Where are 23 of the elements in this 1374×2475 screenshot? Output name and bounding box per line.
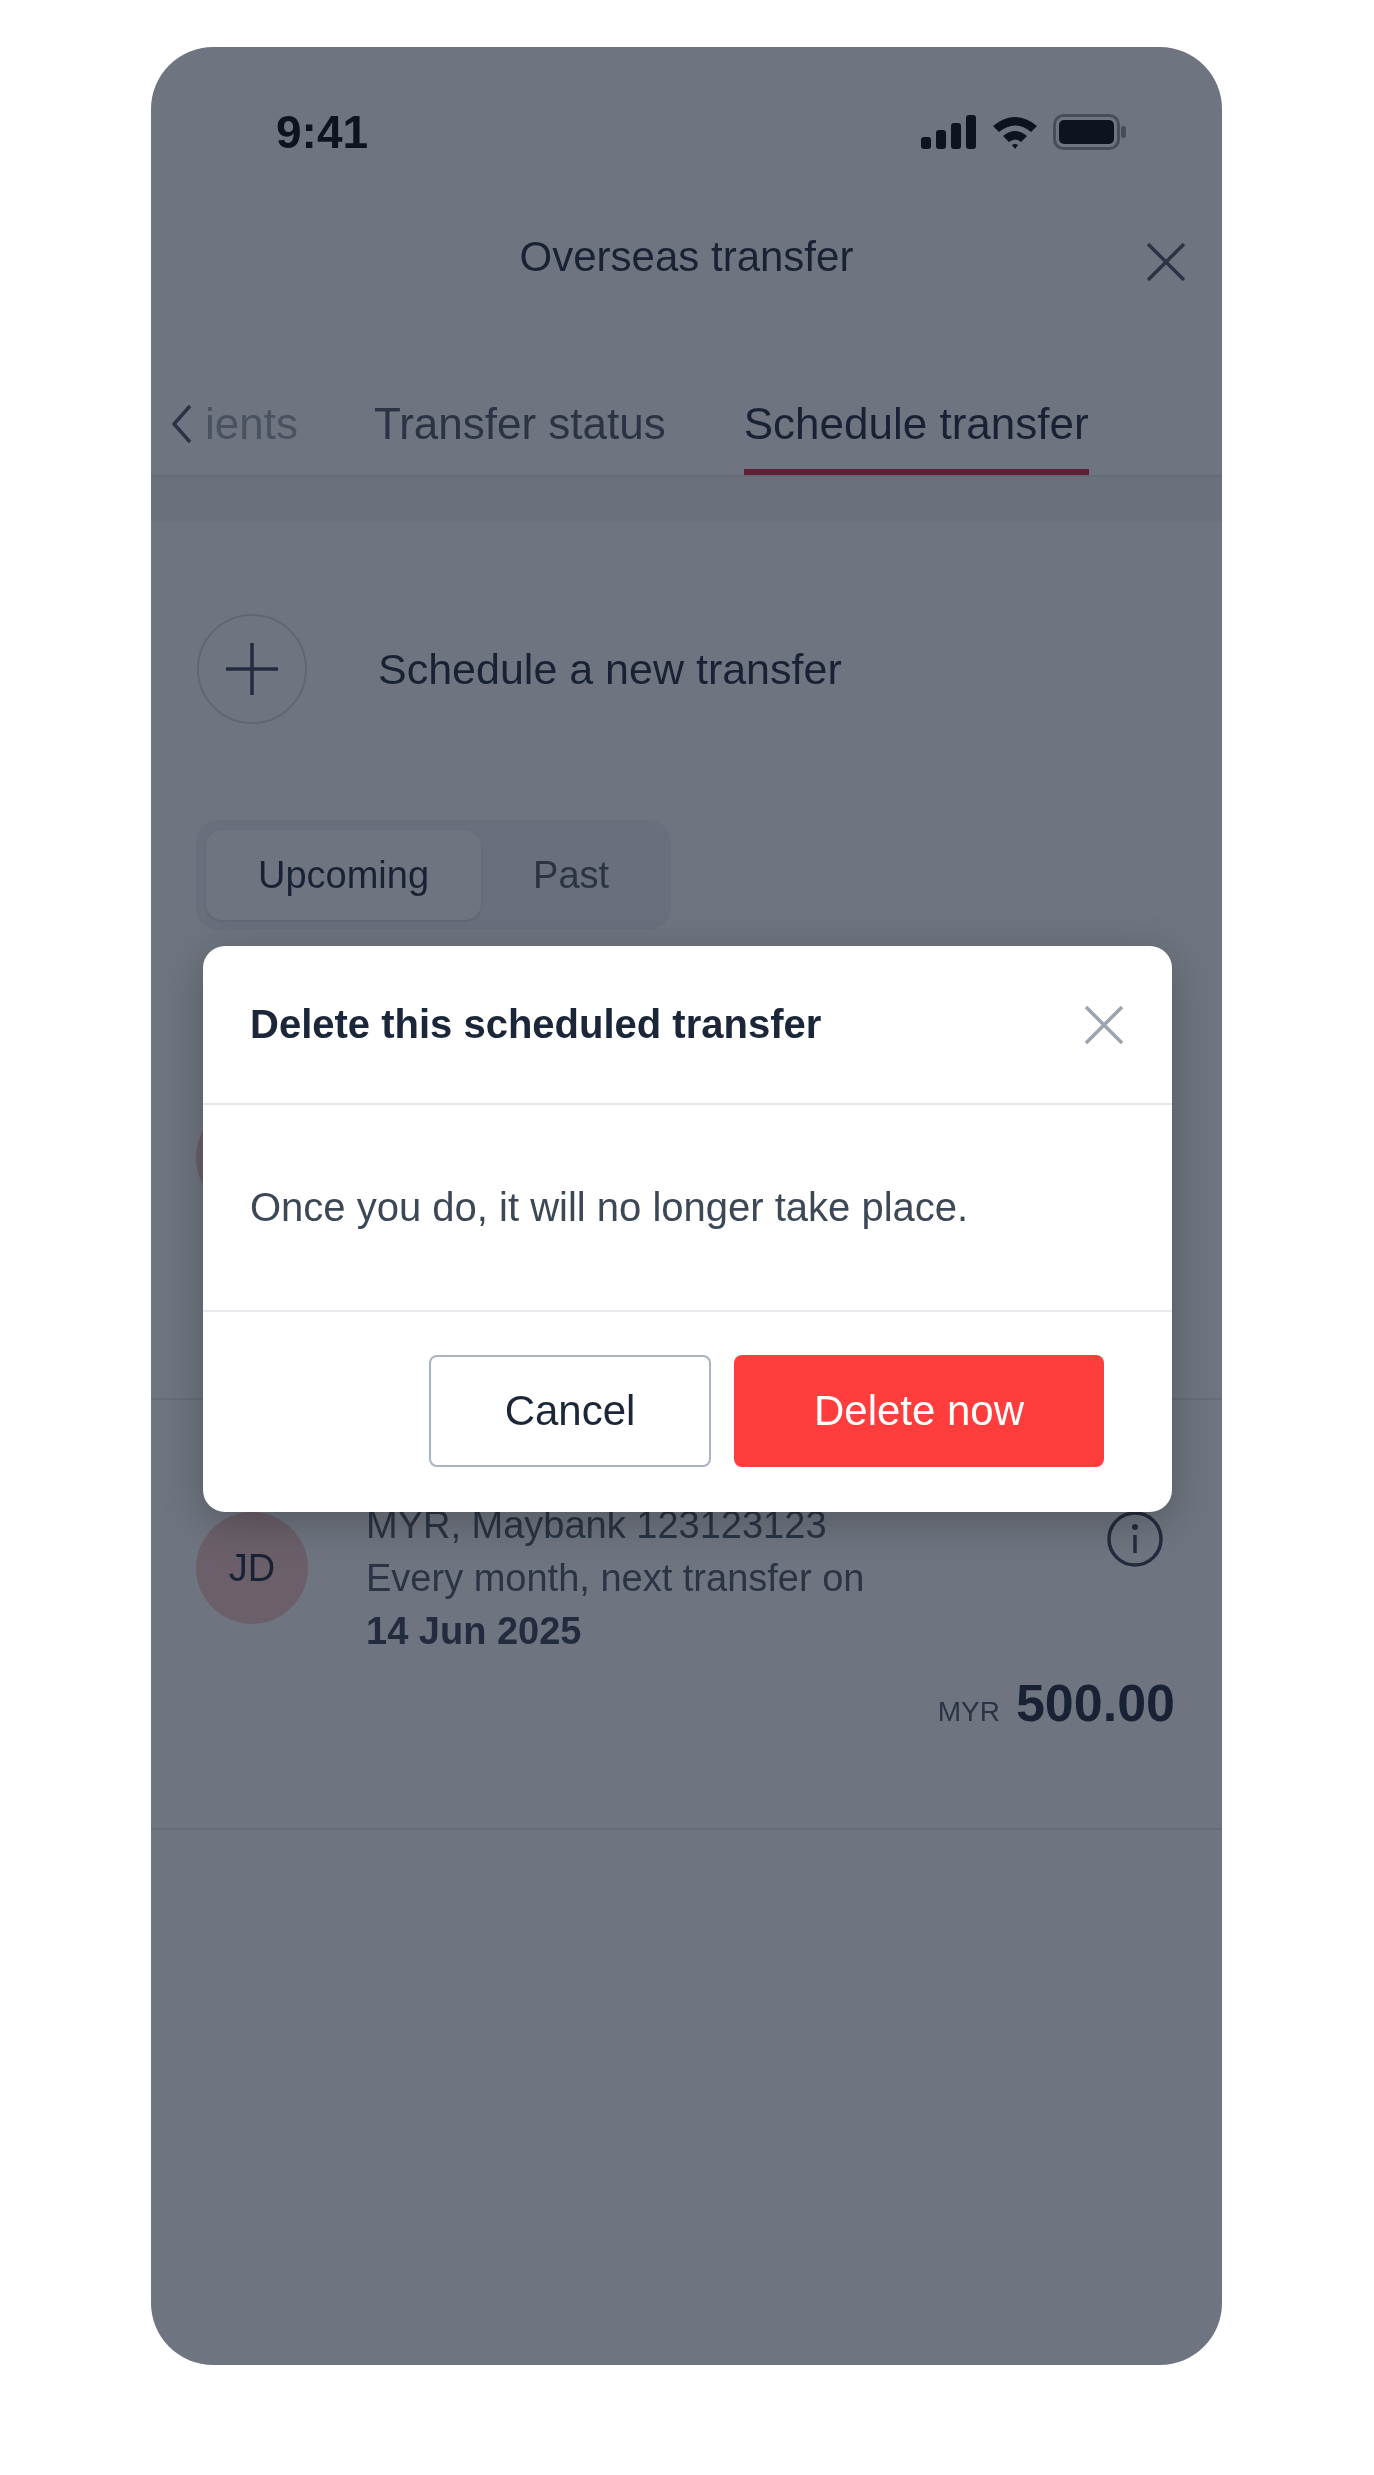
status-time: 9:41 bbox=[276, 105, 369, 159]
schedule-new-link[interactable]: Schedule a new transfer bbox=[378, 644, 842, 694]
close-icon[interactable] bbox=[1146, 242, 1186, 282]
account-text: MYR, Maybank 123123123 bbox=[366, 1504, 827, 1547]
chevron-left-icon[interactable] bbox=[171, 403, 193, 445]
page-title: Overseas transfer bbox=[519, 233, 854, 281]
avatar-initials: JD bbox=[196, 1512, 308, 1624]
close-icon[interactable] bbox=[1084, 1004, 1124, 1045]
segment-tab[interactable]: Past bbox=[481, 830, 662, 920]
currency-code: MYR bbox=[937, 1696, 1000, 1728]
next-date: 14 Jun 2025 bbox=[366, 1610, 582, 1653]
amount-text: 500.00 bbox=[1015, 1673, 1175, 1733]
dialog-message: Once you do, it will no longer take place. bbox=[250, 1185, 969, 1230]
add-icon[interactable] bbox=[196, 613, 308, 725]
tab[interactable]: Transfer status bbox=[373, 399, 666, 475]
segment-tab[interactable]: Upcoming bbox=[206, 830, 482, 920]
wifi-icon bbox=[991, 115, 1039, 149]
delete-button[interactable]: Delete now bbox=[734, 1355, 1104, 1467]
signal-icon bbox=[921, 115, 977, 149]
info-icon[interactable] bbox=[1106, 1510, 1164, 1568]
cancel-button[interactable]: Cancel bbox=[429, 1355, 711, 1467]
frequency-text: Every month, next transfer on bbox=[366, 1557, 865, 1600]
dialog-title: Delete this scheduled transfer bbox=[250, 1002, 822, 1047]
